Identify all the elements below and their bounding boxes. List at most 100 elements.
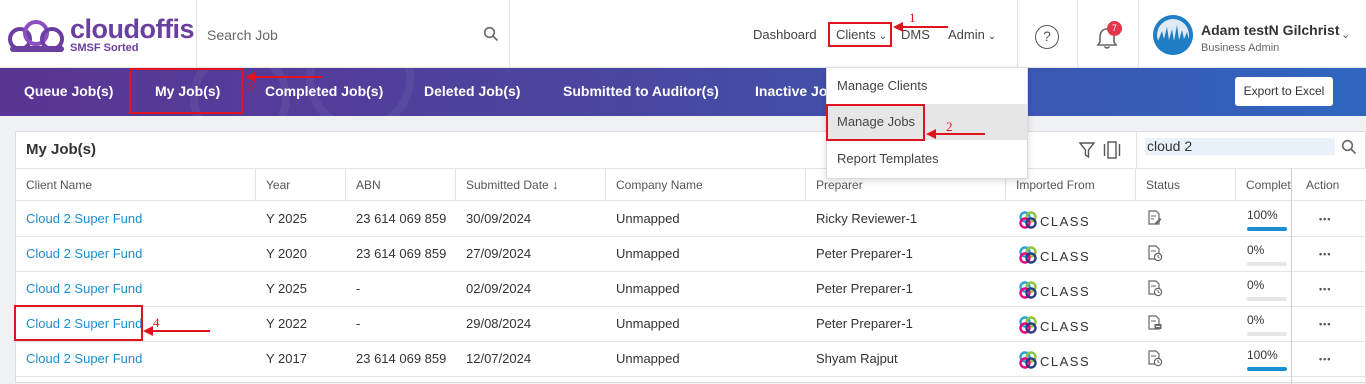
company-name-cell: Unmapped (616, 281, 680, 296)
avatar-image (1153, 15, 1193, 55)
class-logo: CLASS (1018, 351, 1089, 369)
tab-inactive-jobs[interactable]: Inactive Job (755, 83, 836, 99)
column-header-client-name[interactable]: Client Name (16, 169, 256, 201)
annotation-number-3: 3 (247, 79, 254, 94)
submitted-date-cell: 02/09/2024 (466, 281, 532, 296)
abn-cell: - (356, 316, 361, 331)
document-edit-icon[interactable] (1146, 210, 1163, 227)
document-clock-icon[interactable] (1146, 350, 1163, 367)
more-actions-icon[interactable]: ••• (1319, 284, 1331, 294)
tab-submitted-to-auditor[interactable]: Submitted to Auditor(s) (563, 83, 719, 99)
brand-tagline: SMSF Sorted (70, 42, 139, 54)
more-actions-icon[interactable]: ••• (1319, 319, 1331, 329)
document-clock-icon[interactable] (1146, 280, 1163, 297)
help-icon[interactable]: ? (1035, 25, 1059, 49)
column-header-company-name[interactable]: Company Name (606, 169, 806, 201)
sort-arrow-down-icon: ↓ (552, 177, 559, 192)
client-name-link[interactable]: Cloud 2 Super Fund (16, 272, 256, 306)
preparer-cell: Shyam Rajput (816, 351, 898, 366)
client-name-link[interactable]: Cloud 2 Super Fund (16, 342, 256, 376)
column-header-year[interactable]: Year (256, 169, 346, 201)
avatar[interactable] (1153, 15, 1193, 55)
completion-progress-bar (1247, 227, 1287, 231)
completion-progress-bar (1247, 297, 1287, 301)
imported-from-label: CLASS (1040, 249, 1091, 264)
annotation-number-2: 2 (946, 119, 953, 134)
document-chat-icon[interactable] (1146, 315, 1163, 332)
column-header-action: Action (1306, 178, 1340, 192)
class-logo-icon (1019, 246, 1037, 264)
submitted-date-cell: 29/08/2024 (466, 316, 532, 331)
abn-cell: 23 614 069 859 (356, 246, 447, 261)
submitted-date-cell: 30/09/2024 (466, 211, 532, 226)
client-name-link[interactable]: Cloud 2 Super Fund (16, 237, 256, 271)
tab-deleted-jobs[interactable]: Deleted Job(s) (424, 83, 520, 99)
class-logo: CLASS (1018, 316, 1089, 334)
company-name-cell: Unmapped (616, 211, 680, 226)
completion-percent: 0% (1247, 313, 1265, 327)
preparer-cell: Peter Preparer-1 (816, 246, 913, 261)
tab-queue-jobs[interactable]: Queue Job(s) (24, 83, 113, 99)
preparer-cell: Ricky Reviewer-1 (816, 211, 918, 226)
more-actions-icon[interactable]: ••• (1319, 249, 1331, 259)
menu-item-report-templates[interactable]: Report Templates (827, 141, 1027, 177)
imported-from-label: CLASS (1040, 284, 1091, 299)
class-logo: CLASS (1018, 281, 1089, 299)
table-row: Cloud 2 Super Fund Y 2025 23 614 069 859 30… (16, 202, 1366, 237)
imported-from-label: CLASS (1040, 214, 1091, 229)
client-name-link[interactable]: Cloud 2 Super Fund (16, 202, 256, 236)
submitted-date-label: Submitted Date (466, 178, 549, 192)
year-cell: Y 2025 (266, 281, 307, 296)
abn-cell: 23 614 069 859 (356, 351, 447, 366)
search-icon[interactable] (483, 26, 499, 42)
my-jobs-panel: My Job(s) cloud 2 Client Name Year ABN S… (15, 131, 1366, 384)
more-actions-icon[interactable]: ••• (1319, 354, 1331, 364)
annotation-arrowhead (893, 22, 903, 32)
notification-badge: 7 (1107, 21, 1122, 36)
nav-dashboard[interactable]: Dashboard (753, 27, 817, 42)
user-name[interactable]: Adam testN Gilchrist (1201, 22, 1339, 38)
column-header-status[interactable]: Status (1136, 169, 1236, 201)
table-search-input[interactable]: cloud 2 (1145, 138, 1335, 155)
annotation-arrow-4 (152, 330, 210, 332)
submitted-date-cell: 27/09/2024 (466, 246, 532, 261)
menu-item-manage-clients[interactable]: Manage Clients (827, 68, 1027, 104)
class-logo-icon (1019, 211, 1037, 229)
annotation-box-client-link (14, 305, 143, 341)
job-search (196, 0, 510, 68)
column-header-abn[interactable]: ABN (346, 169, 456, 201)
nav-admin-label: Admin (948, 27, 985, 42)
completion-percent: 100% (1247, 208, 1278, 222)
chevron-down-icon: ⌄ (987, 31, 997, 42)
top-bar: cloudoffis SMSF Sorted Dashboard Clients… (0, 0, 1366, 68)
export-to-excel-button[interactable]: Export to Excel (1235, 77, 1333, 106)
annotation-arrow-2 (935, 133, 985, 135)
job-search-input[interactable] (207, 24, 477, 46)
company-name-cell: Unmapped (616, 246, 680, 261)
more-actions-icon[interactable]: ••• (1319, 214, 1331, 224)
imported-from-label: CLASS (1040, 319, 1091, 334)
filter-icon[interactable] (1079, 141, 1095, 159)
search-icon[interactable] (1341, 139, 1357, 155)
divider (1077, 0, 1078, 68)
cloudoffis-logo[interactable]: cloudoffis SMSF Sorted (8, 14, 195, 56)
nav-dms[interactable]: DMS (901, 27, 930, 42)
column-header-submitted-date[interactable]: Submitted Date ↓ (456, 169, 606, 201)
completion-progress-bar (1247, 367, 1287, 371)
nav-admin[interactable]: Admin ⌄ (948, 27, 996, 42)
annotation-number-4: 4 (153, 315, 160, 330)
document-clock-icon[interactable] (1146, 245, 1163, 262)
chevron-down-icon[interactable]: ⌄ (1341, 28, 1350, 41)
completion-percent: 0% (1247, 243, 1265, 257)
imported-from-label: CLASS (1040, 354, 1091, 369)
annotation-box-manage-jobs (826, 104, 925, 141)
completion-progress-fill (1247, 367, 1287, 371)
table-header: Client Name Year ABN Submitted Date ↓ Co… (16, 168, 1366, 201)
brand-name: cloudoffis (70, 14, 195, 44)
tab-completed-jobs[interactable]: Completed Job(s) (265, 83, 383, 99)
company-name-cell: Unmapped (616, 351, 680, 366)
preparer-cell: Peter Preparer-1 (816, 281, 913, 296)
user-role: Business Admin (1201, 42, 1280, 54)
column-header-complete[interactable]: Complet (1236, 169, 1292, 201)
columns-icon[interactable] (1103, 141, 1121, 159)
